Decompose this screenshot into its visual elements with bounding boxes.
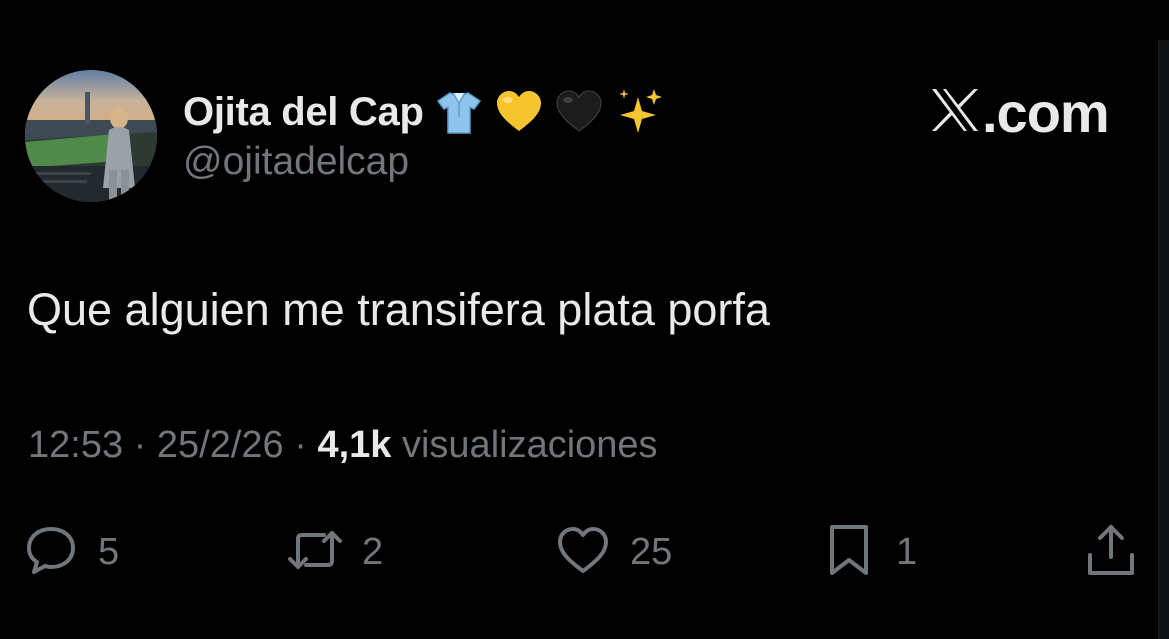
- author-display-name[interactable]: Ojita del Cap: [183, 90, 424, 135]
- repost-count: 2: [362, 530, 384, 573]
- tweet-text: Que alguien me transifera plata porfa: [27, 284, 770, 335]
- author-name-row: Ojita del Cap: [183, 84, 664, 140]
- sparkles-emoji-icon: [614, 87, 664, 137]
- brand-text: .com: [982, 80, 1110, 144]
- reply-icon: [22, 521, 80, 584]
- tweet-time[interactable]: 12:53: [28, 424, 123, 466]
- reply-count: 5: [98, 530, 120, 573]
- meta-separator: ·: [133, 424, 147, 466]
- bookmark-button[interactable]: 1: [820, 520, 917, 584]
- heart-icon: [554, 521, 612, 584]
- shirt-emoji-icon: [434, 87, 484, 137]
- repost-icon: [286, 521, 344, 584]
- bookmark-count: 1: [896, 530, 918, 573]
- yellow-heart-emoji-icon: [494, 87, 544, 137]
- x-com-watermark: .com: [930, 80, 1110, 144]
- avatar[interactable]: [25, 70, 157, 202]
- views-count: 4,1k: [317, 424, 392, 466]
- repost-button[interactable]: 2: [286, 520, 383, 584]
- tweet-date[interactable]: 25/2/26: [157, 424, 284, 466]
- views-label: visualizaciones: [401, 424, 658, 466]
- x-logo-icon: [930, 87, 980, 138]
- reply-button[interactable]: 5: [22, 520, 119, 584]
- black-heart-emoji-icon: [554, 87, 604, 137]
- author-handle[interactable]: @ojitadelcap: [183, 140, 409, 184]
- like-count: 25: [630, 530, 673, 573]
- tweet-meta: 12:53 · 25/2/26 · 4,1k visualizaciones: [28, 424, 658, 467]
- action-bar: 5 2 25 1: [0, 520, 1169, 584]
- like-button[interactable]: 25: [554, 520, 672, 584]
- share-button[interactable]: [1082, 520, 1140, 584]
- share-icon: [1082, 521, 1140, 584]
- bookmark-icon: [820, 521, 878, 584]
- meta-separator: ·: [294, 424, 307, 466]
